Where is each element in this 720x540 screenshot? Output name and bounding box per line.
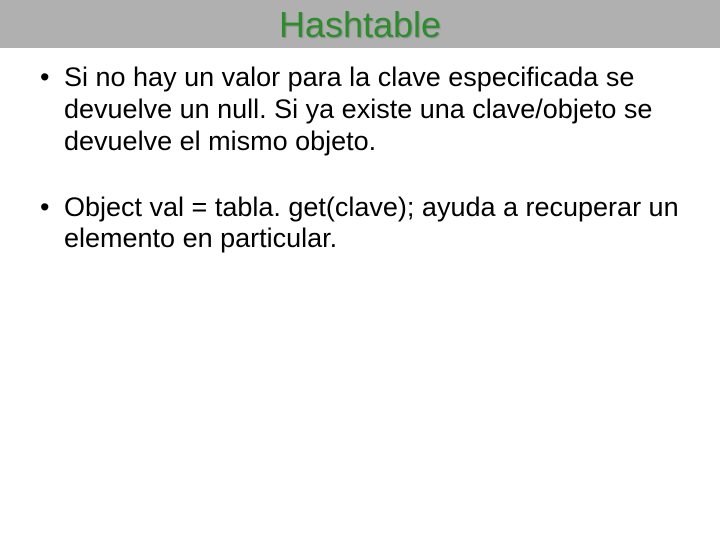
bullet-item: Si no hay un valor para la clave especif… — [40, 62, 700, 158]
title-bar: Hashtable — [0, 0, 720, 48]
bullet-text: Object val = tabla. get(clave); ayuda a … — [64, 192, 679, 254]
slide-title: Hashtable — [279, 4, 441, 45]
slide-content: Si no hay un valor para la clave especif… — [0, 48, 720, 255]
bullet-text: Si no hay un valor para la clave especif… — [64, 62, 652, 156]
bullet-item: Object val = tabla. get(clave); ayuda a … — [40, 192, 700, 256]
